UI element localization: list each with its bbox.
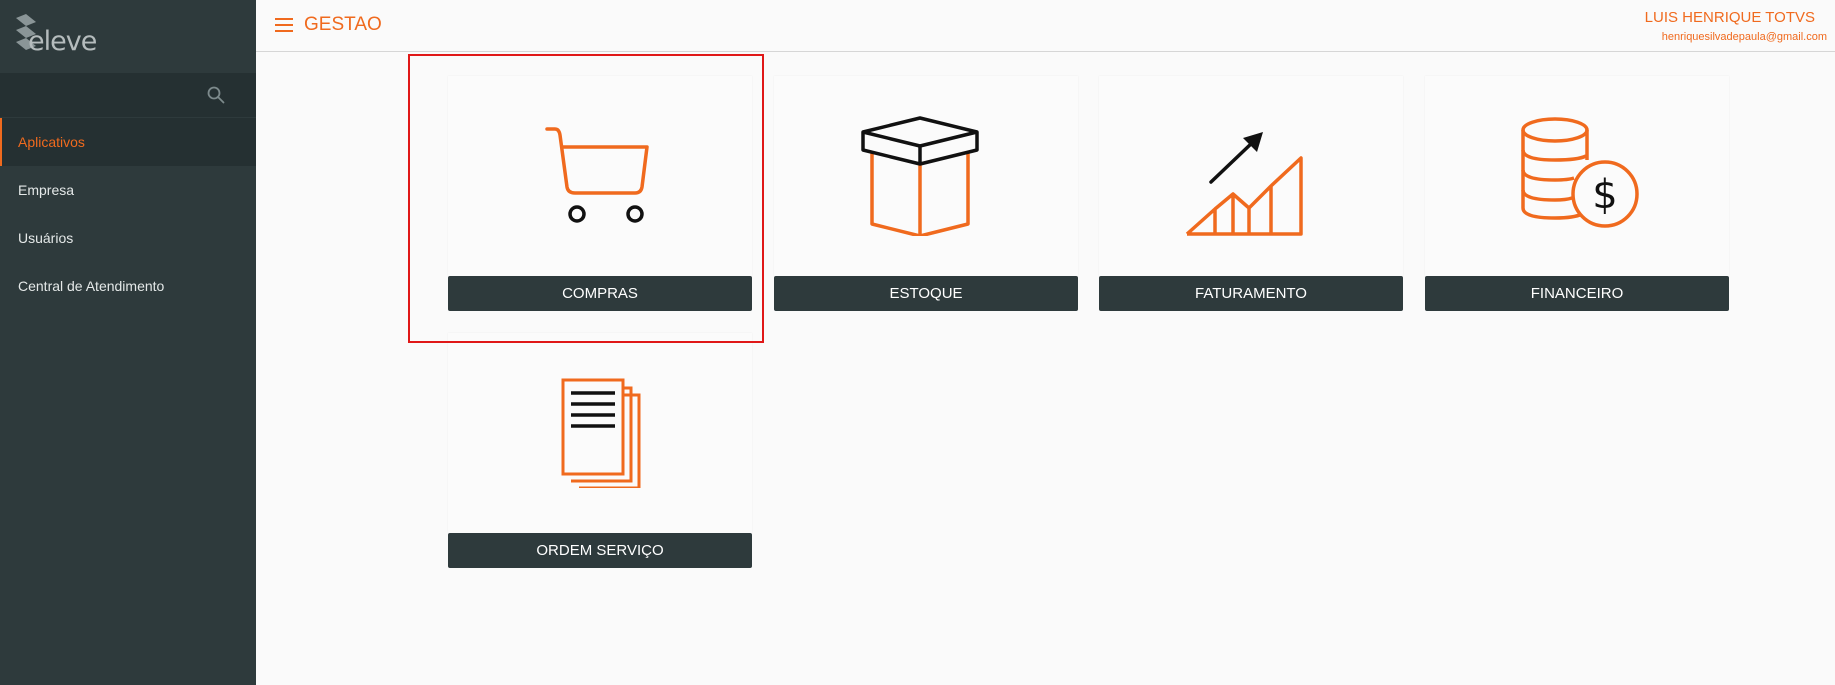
app-logo[interactable]: eleve	[14, 12, 104, 60]
app-card-compras[interactable]: COMPRAS	[448, 76, 752, 311]
user-email: henriquesilvadepaula@gmail.com	[1661, 31, 1827, 43]
logo-text: eleve	[28, 26, 97, 57]
hamburger-menu-icon[interactable]	[275, 18, 293, 32]
coins-dollar-icon: $	[1521, 117, 1639, 228]
card-label: FATURAMENTO	[1099, 276, 1403, 311]
page-title: GESTAO	[304, 14, 382, 35]
shopping-cart-icon	[545, 127, 649, 223]
documents-icon	[561, 378, 641, 488]
svg-text:$: $	[1592, 172, 1617, 218]
app-card-estoque[interactable]: ESTOQUE	[774, 76, 1078, 311]
box-icon	[861, 116, 979, 236]
sidebar-item-usuarios[interactable]: Usuários	[0, 214, 256, 262]
sidebar-nav: Aplicativos Empresa Usuários Central de …	[0, 118, 256, 310]
sidebar-item-aplicativos[interactable]: Aplicativos	[0, 118, 256, 166]
top-header: GESTAO LUIS HENRIQUE TOTVS henriquesilva…	[256, 0, 1835, 52]
sidebar-item-central-atendimento[interactable]: Central de Atendimento	[0, 262, 256, 310]
sidebar-item-empresa[interactable]: Empresa	[0, 166, 256, 214]
card-label: COMPRAS	[448, 276, 752, 311]
app-card-ordem-servico[interactable]: ORDEM SERVIÇO	[448, 333, 752, 568]
card-label: FINANCEIRO	[1425, 276, 1729, 311]
card-label: ESTOQUE	[774, 276, 1078, 311]
user-name[interactable]: LUIS HENRIQUE TOTVS	[1645, 9, 1815, 26]
search-icon[interactable]	[207, 86, 225, 104]
app-card-faturamento[interactable]: FATURAMENTO	[1099, 76, 1403, 311]
sidebar: eleve Aplicativos Empresa Usuários Centr…	[0, 0, 256, 685]
app-card-financeiro[interactable]: $ FINANCEIRO	[1425, 76, 1729, 311]
card-label: ORDEM SERVIÇO	[448, 533, 752, 568]
sidebar-search[interactable]	[0, 73, 256, 117]
growth-chart-icon	[1185, 131, 1303, 236]
